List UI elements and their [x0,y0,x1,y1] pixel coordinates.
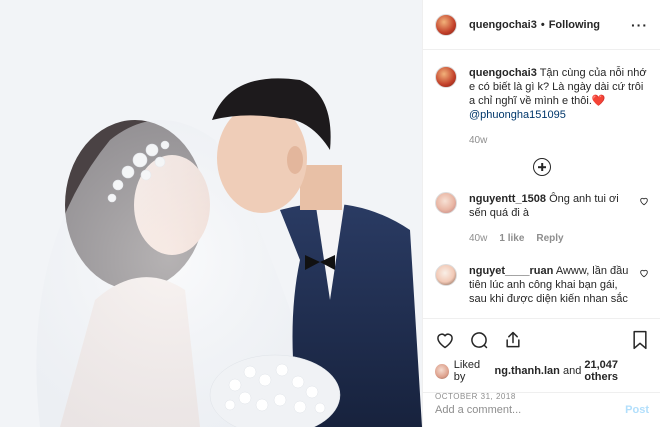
commenter-avatar[interactable] [435,264,457,286]
comment-like-count[interactable]: 1 like [499,232,524,246]
caption-mention[interactable]: @phuongha151095 [469,108,649,122]
likes-and: and [562,365,582,377]
comments-list[interactable]: quengochai3 Tận cùng của nỗi nhớ e có bi… [423,51,660,317]
likes-others-count[interactable]: 21,047 others [584,359,649,383]
comment-heart-icon[interactable] [639,192,649,246]
comment-username[interactable]: nguyet____ruan [469,265,553,277]
comment-item: nguyentt_1508 Ông anh tui ơi sến quá đi … [435,192,649,246]
add-comment-bar: Post [423,392,660,427]
following-button[interactable]: Following [549,19,600,31]
load-more-comments[interactable] [435,158,649,176]
author-avatar[interactable] [435,13,457,36]
post-photo[interactable] [0,0,422,427]
likes-prefix: Liked by [453,359,481,383]
liker-avatar[interactable] [435,363,449,379]
liker-username[interactable]: ng.thanh.lan [495,365,560,377]
bookmark-icon[interactable] [631,330,649,350]
caption: quengochai3 Tận cùng của nỗi nhớ e có bi… [435,66,649,148]
heart-emoji: ❤️ [591,95,606,107]
heart-icon[interactable] [435,330,455,350]
caption-time[interactable]: 40w [469,134,487,148]
author-username[interactable]: quengochai3 [469,19,537,31]
post-comment-button[interactable]: Post [625,404,649,416]
comment-heart-icon[interactable] [639,264,649,306]
post-actions: Liked by ng.thanh.lan and 21,047 others … [423,318,660,401]
caption-username[interactable]: quengochai3 [469,67,537,79]
caption-avatar[interactable] [435,66,457,88]
comment-item: nguyet____ruan Awww, lần đầu tiên lúc an… [435,264,649,306]
plus-circle-icon[interactable] [533,158,551,176]
post-sidebar: quengochai3 • Following ··· quengochai3 … [422,0,660,427]
comment-reply-button[interactable]: Reply [536,232,563,246]
comment-time[interactable]: 40w [469,232,487,246]
post-header: quengochai3 • Following ··· [423,0,660,50]
likes-summary: Liked by ng.thanh.lan and 21,047 others [435,359,649,383]
wedding-photo-illustration [0,0,422,427]
action-icons [435,327,649,353]
separator-dot: • [540,18,545,31]
comment-input[interactable] [435,404,626,416]
comment-icon[interactable] [469,330,489,350]
share-icon[interactable] [503,330,523,350]
commenter-avatar[interactable] [435,192,457,214]
comment-username[interactable]: nguyentt_1508 [469,193,546,205]
more-options-icon[interactable]: ··· [631,17,648,33]
